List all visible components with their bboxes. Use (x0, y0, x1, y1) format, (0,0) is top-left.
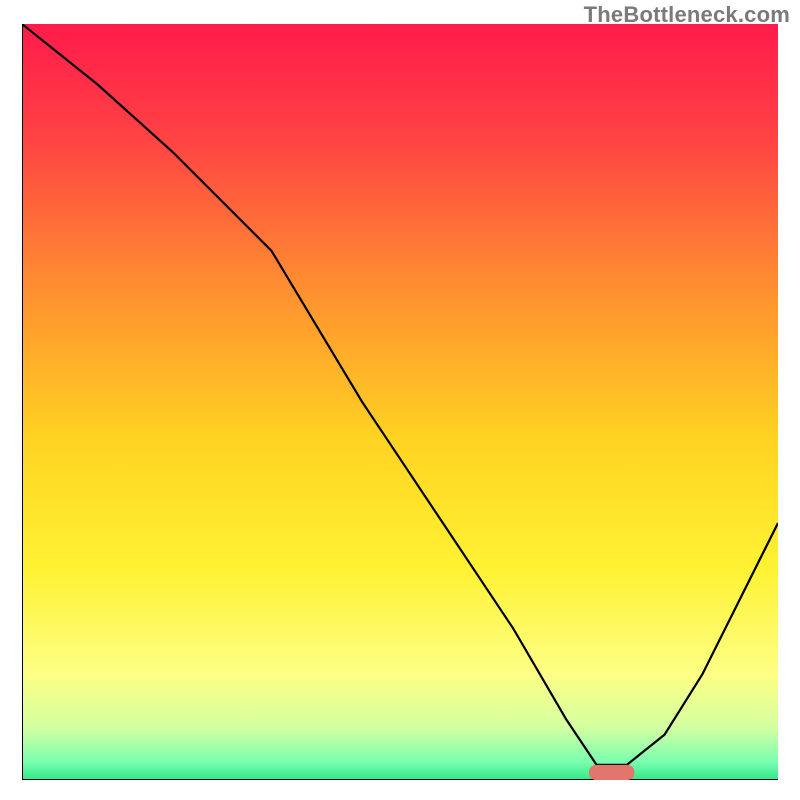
plot-background (22, 24, 778, 780)
optimal-marker (589, 765, 634, 780)
chart-container: TheBottleneck.com (0, 0, 800, 800)
bottleneck-chart (22, 24, 778, 780)
